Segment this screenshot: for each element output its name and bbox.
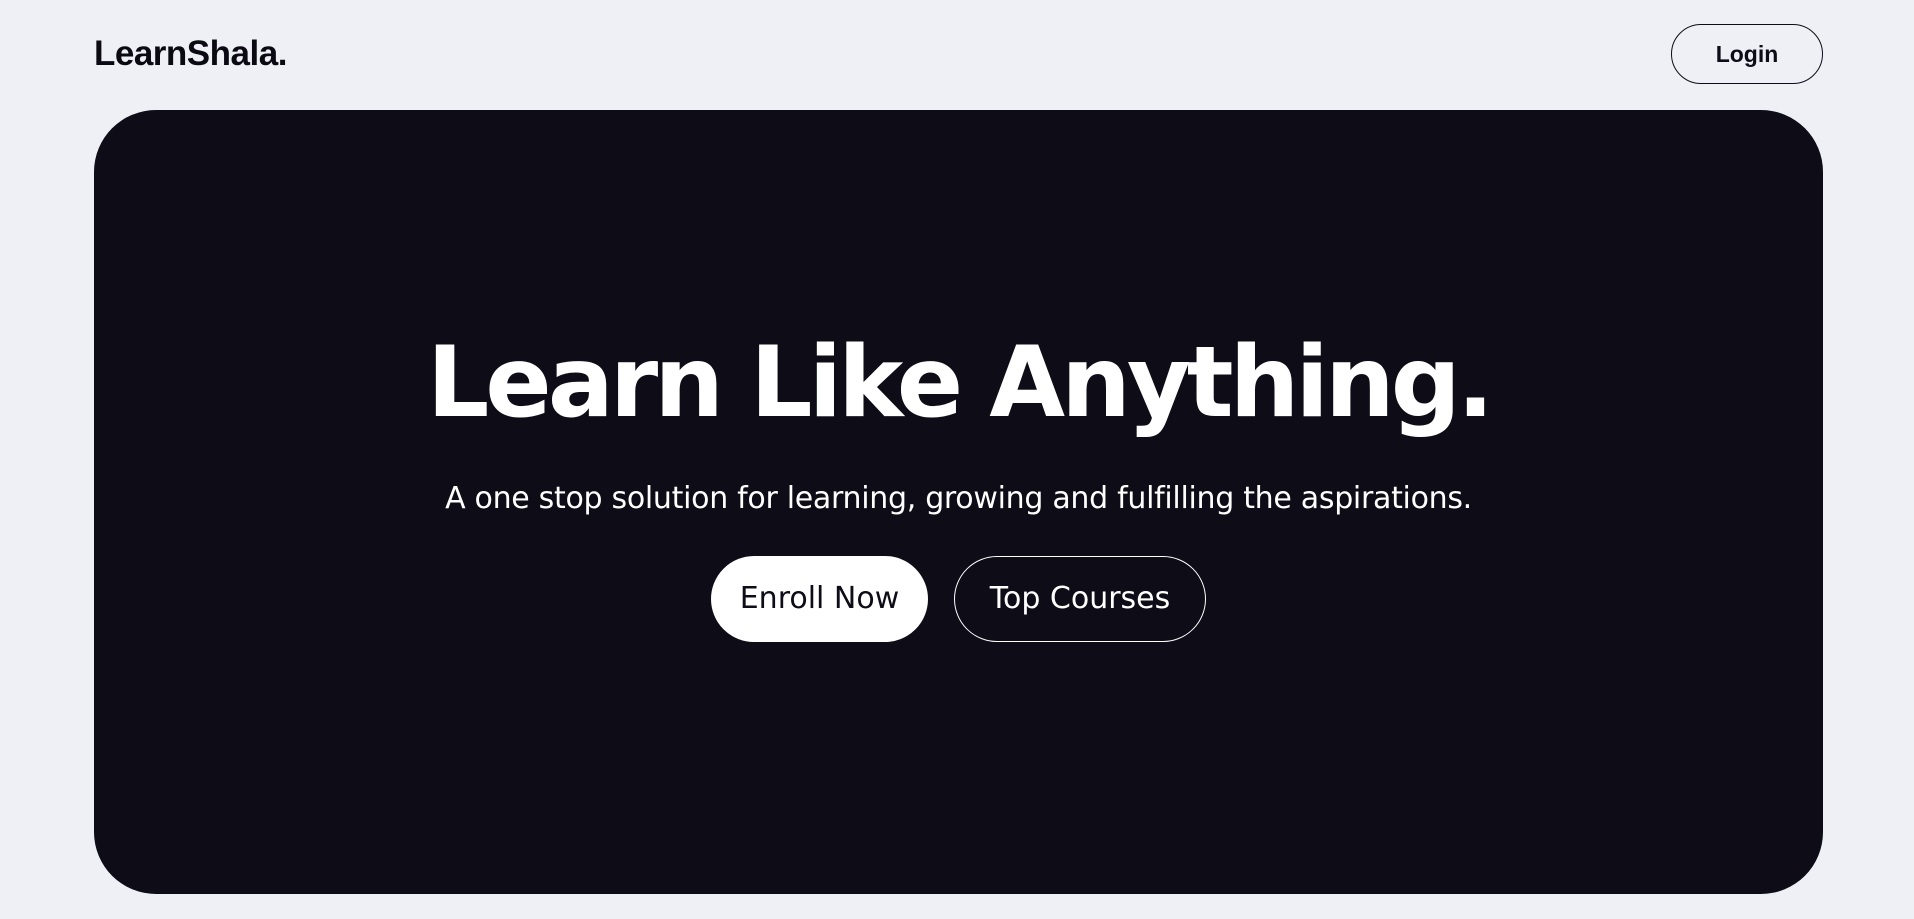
hero-title: Learn Like Anything.: [426, 326, 1494, 440]
top-navbar: LearnShala. Login: [94, 24, 1823, 84]
login-button[interactable]: Login: [1671, 24, 1823, 84]
top-courses-button[interactable]: Top Courses: [954, 555, 1206, 642]
cta-button-group: Enroll Now Top Courses: [711, 555, 1206, 642]
hero-subtitle: A one stop solution for learning, growin…: [445, 480, 1472, 516]
enroll-now-button[interactable]: Enroll Now: [711, 555, 928, 642]
brand-logo[interactable]: LearnShala.: [94, 34, 287, 74]
landing-page: LearnShala. Login Learn Like Anything. A…: [0, 0, 1914, 919]
hero-section: Learn Like Anything. A one stop solution…: [94, 110, 1823, 894]
